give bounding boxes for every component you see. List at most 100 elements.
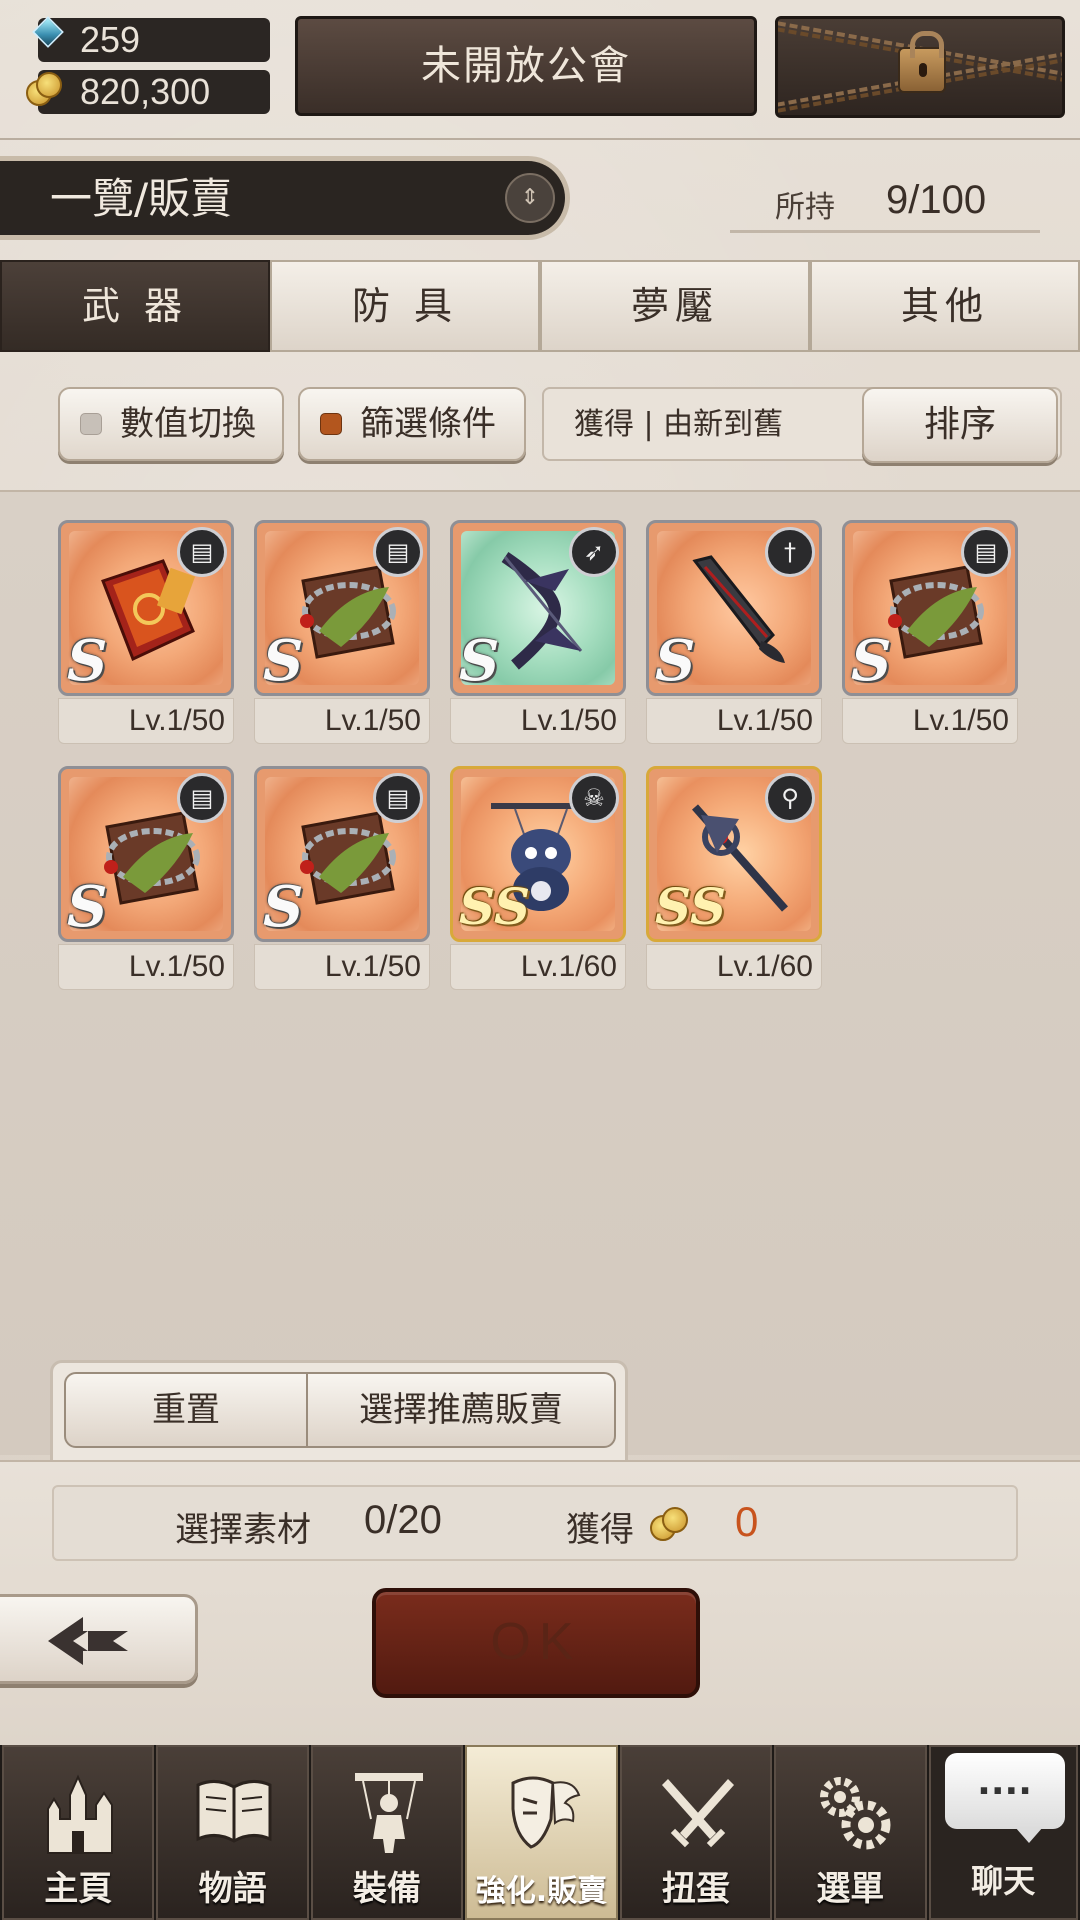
sort-button[interactable]: 排序	[862, 387, 1058, 463]
filter-active-indicator-icon	[320, 413, 342, 435]
item-level: Lv.1/60	[450, 944, 626, 990]
back-button[interactable]	[0, 1594, 198, 1684]
chat-button[interactable]: .... 聊天	[928, 1745, 1078, 1920]
item-card[interactable]: ⚲ SS	[646, 766, 822, 942]
bow-icon: ➶	[569, 527, 619, 577]
nav-label: 物語	[198, 1869, 267, 1909]
bottom-navigation: 主頁 物語 裝備 強化.販賣 扭蛋 選單 .... 聊天	[0, 1745, 1080, 1920]
value-toggle-button[interactable]: 數值切換	[58, 387, 284, 461]
sword-icon: †	[765, 527, 815, 577]
nav-menu[interactable]: 選單	[774, 1745, 927, 1920]
chat-bubble-icon: ....	[944, 1753, 1065, 1843]
list-mode-selector[interactable]: 一覽/販賣 ⇕	[0, 156, 570, 240]
item-card[interactable]: ▤ S	[254, 766, 430, 942]
rarity-rank: SS	[655, 877, 727, 936]
item-level: Lv.1/50	[646, 698, 822, 744]
item-card[interactable]: ➶ S	[450, 520, 626, 696]
inventory-item[interactable]: ➶ S Lv.1/50	[450, 520, 626, 746]
tab-other[interactable]: 其他	[810, 260, 1080, 352]
reset-button[interactable]: 重置	[64, 1372, 308, 1448]
back-arrow-icon	[48, 1617, 128, 1665]
sort-mode-text: 獲得 | 由新到舊	[574, 407, 784, 442]
rarity-rank: S	[459, 628, 500, 694]
inventory-item[interactable]: ▤ S Lv.1/50	[254, 766, 430, 992]
coin-counter: 820,300	[38, 70, 270, 114]
padlock-icon	[898, 31, 946, 93]
gem-counter: 259	[38, 18, 270, 62]
item-card[interactable]: ▤ S	[58, 520, 234, 696]
nav-enhance-sell[interactable]: 強化.販賣	[465, 1745, 618, 1920]
rarity-rank: S	[263, 874, 304, 940]
rarity-rank: S	[67, 628, 108, 694]
item-level: Lv.1/50	[254, 944, 430, 990]
rarity-rank: S	[67, 874, 108, 940]
staff-icon: ⚲	[765, 773, 815, 823]
item-card[interactable]: ▤ S	[58, 766, 234, 942]
book-icon: ▤	[961, 527, 1011, 577]
puppet-strings-icon	[354, 1773, 423, 1853]
locked-feature-button[interactable]	[775, 16, 1065, 118]
inventory-item[interactable]: ▤ S Lv.1/50	[842, 520, 1018, 746]
item-level: Lv.1/50	[450, 698, 626, 744]
materials-label: 選擇素材	[175, 1510, 311, 1550]
coin-icon	[650, 1505, 692, 1545]
book-icon: ▤	[177, 527, 227, 577]
item-card[interactable]: † S	[646, 520, 822, 696]
rarity-rank: S	[655, 628, 696, 694]
select-recommended-sell-button[interactable]: 選擇推薦販賣	[306, 1372, 616, 1448]
holding-label: 所持	[775, 190, 835, 225]
filter-conditions-label: 篩選條件	[360, 404, 496, 444]
gain-value: 0	[735, 1498, 759, 1545]
nav-home[interactable]: 主頁	[2, 1745, 155, 1920]
gain-label: 獲得	[566, 1510, 634, 1550]
nav-label: 強化.販賣	[475, 1874, 608, 1909]
chevron-updown-icon[interactable]: ⇕	[505, 173, 555, 223]
inventory-item[interactable]: ▤ S Lv.1/50	[58, 766, 234, 992]
item-level: Lv.1/60	[646, 944, 822, 990]
nav-story[interactable]: 物語	[156, 1745, 309, 1920]
inventory-item[interactable]: ⚲ SS Lv.1/60	[646, 766, 822, 992]
rarity-rank: S	[263, 628, 304, 694]
ok-button[interactable]: OK	[372, 1588, 700, 1698]
nav-label: 主頁	[44, 1869, 113, 1909]
guild-button[interactable]: 未開放公會	[295, 16, 757, 116]
book-icon: ▤	[373, 527, 423, 577]
puppet-icon: ☠	[569, 773, 619, 823]
inventory-item[interactable]: † S Lv.1/50	[646, 520, 822, 746]
item-card[interactable]: ☠ SS	[450, 766, 626, 942]
value-toggle-label: 數值切換	[120, 404, 256, 444]
filter-conditions-button[interactable]: 篩選條件	[298, 387, 526, 461]
item-level: Lv.1/50	[58, 698, 234, 744]
item-level: Lv.1/50	[58, 944, 234, 990]
tab-nightmare[interactable]: 夢魘	[540, 260, 810, 352]
nav-label: 選單	[816, 1869, 885, 1909]
coin-count: 820,300	[80, 71, 211, 112]
mask-wing-icon	[511, 1776, 581, 1849]
book-icon: ▤	[177, 773, 227, 823]
coin-icon	[26, 72, 62, 108]
gears-icon	[820, 1777, 891, 1850]
rarity-rank: S	[851, 628, 892, 694]
divider	[0, 138, 1080, 140]
inventory-item[interactable]: ▤ S Lv.1/50	[254, 520, 430, 746]
tab-weapons[interactable]: 武 器	[0, 260, 270, 352]
gem-count: 259	[80, 19, 141, 60]
tab-armor[interactable]: 防 具	[270, 260, 540, 352]
inventory-item[interactable]: ☠ SS Lv.1/60	[450, 766, 626, 992]
nav-equipment[interactable]: 裝備	[310, 1745, 464, 1920]
castle-icon	[47, 1774, 113, 1854]
nav-label: 扭蛋	[661, 1869, 730, 1909]
page-title: 一覽/販賣	[50, 174, 233, 223]
open-book-icon	[196, 1780, 272, 1843]
item-level: Lv.1/50	[254, 698, 430, 744]
nav-gacha[interactable]: 扭蛋	[619, 1745, 773, 1920]
item-card[interactable]: ▤ S	[842, 520, 1018, 696]
holding-count: 9/100	[886, 178, 987, 222]
inventory-item[interactable]: ▤ S Lv.1/50	[58, 520, 234, 746]
rarity-rank: SS	[459, 877, 531, 936]
book-icon: ▤	[373, 773, 423, 823]
item-card[interactable]: ▤ S	[254, 520, 430, 696]
item-level: Lv.1/50	[842, 698, 1018, 744]
toggle-indicator-icon	[80, 413, 102, 435]
nav-label: 裝備	[353, 1869, 422, 1909]
